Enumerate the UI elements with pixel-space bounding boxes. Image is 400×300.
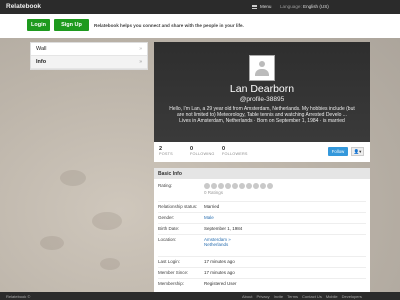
- footer-link-contact[interactable]: Contact Us: [302, 294, 322, 299]
- star-icon[interactable]: [218, 183, 224, 189]
- profile-handle: @profile-38895: [239, 96, 285, 103]
- ratings-count: 0 Ratings: [204, 190, 224, 195]
- top-bar: Relatebook Menu Language: English (US): [0, 0, 400, 14]
- star-icon[interactable]: [232, 183, 238, 189]
- footer-link-about[interactable]: About: [242, 294, 252, 299]
- star-icon[interactable]: [267, 183, 273, 189]
- sidebar-item-wall[interactable]: Wall »: [31, 43, 147, 56]
- sand-mark: [60, 170, 86, 186]
- sand-mark: [40, 236, 64, 250]
- relationship-label: Relationship status:: [158, 204, 198, 209]
- chevron-right-icon: »: [139, 59, 142, 65]
- follow-button[interactable]: Follow: [328, 147, 348, 156]
- last-login-value: 17 minutes ago: [204, 259, 235, 264]
- brand-logo[interactable]: Relatebook: [6, 3, 41, 10]
- last-login-label: Last Login:: [158, 259, 181, 264]
- bio-text: Hello, I'm Lan, a 29 year old from Amste…: [169, 106, 355, 118]
- footer: Relatebook © About Privacy Invite Terms …: [0, 292, 400, 300]
- language-label: Language:: [280, 4, 302, 9]
- birth-value: September 1, 1984: [204, 226, 243, 231]
- member-since-value: 17 minutes ago: [204, 270, 235, 275]
- membership-row: Membership: Registered User: [158, 278, 366, 290]
- sidebar: Wall » Info »: [30, 42, 148, 70]
- profile-stats: 2 POSTS 0 FOLLOWING 0 FOLLOWERS Follow 👤…: [154, 142, 370, 162]
- user-options-button[interactable]: 👤▾: [351, 147, 364, 156]
- member-since-label: Member Since:: [158, 270, 189, 275]
- sand-mark: [100, 258, 120, 270]
- rating-stars[interactable]: [204, 183, 273, 189]
- star-icon[interactable]: [246, 183, 252, 189]
- footer-link-privacy[interactable]: Privacy: [256, 294, 269, 299]
- signup-button[interactable]: Sign Up: [54, 19, 89, 31]
- posts-label: POSTS: [159, 152, 173, 156]
- user-dropdown-icon: 👤▾: [353, 148, 362, 154]
- sand-mark: [92, 212, 122, 230]
- footer-links: About Privacy Invite Terms Contact Us Mo…: [242, 294, 362, 299]
- star-icon[interactable]: [239, 183, 245, 189]
- avatar[interactable]: [249, 55, 275, 81]
- birth-label: Birth Date:: [158, 226, 180, 231]
- sidebar-item-info[interactable]: Info »: [31, 56, 147, 69]
- basic-info-panel: Basic Info Rating: 0 Ratings Relationshi…: [154, 168, 370, 292]
- basic-info-title: Basic Info: [154, 168, 370, 179]
- stat-followers[interactable]: 0 FOLLOWERS: [222, 146, 248, 156]
- avatar-head-icon: [259, 61, 265, 67]
- star-icon[interactable]: [225, 183, 231, 189]
- gender-label: Gender:: [158, 215, 175, 220]
- profile-name: Lan Dearborn: [229, 83, 295, 95]
- followers-label: FOLLOWERS: [222, 152, 248, 156]
- rating-widget[interactable]: 0 Ratings: [204, 183, 273, 195]
- star-icon[interactable]: [204, 183, 210, 189]
- stat-following[interactable]: 0 FOLLOWING: [190, 146, 215, 156]
- sidebar-item-label: Info: [36, 59, 47, 65]
- tagline: Relatebook helps you connect and share w…: [94, 23, 244, 28]
- footer-link-mobile[interactable]: Mobile: [326, 294, 338, 299]
- footer-link-invite[interactable]: Invite: [274, 294, 284, 299]
- footer-link-terms[interactable]: Terms: [287, 294, 298, 299]
- location-value: Amsterdam » Netherlands: [204, 237, 231, 247]
- profile-bio: Hello, I'm Lan, a 29 year old from Amste…: [166, 106, 358, 124]
- bio-summary: Lives in Amsterdam, Netherlands · Born o…: [179, 118, 345, 124]
- avatar-body-icon: [255, 69, 269, 76]
- relationship-value: Married: [204, 204, 220, 209]
- profile-card: Lan Dearborn @profile-38895 Hello, I'm L…: [154, 42, 370, 162]
- footer-copyright: Relatebook ©: [6, 293, 31, 299]
- following-label: FOLLOWING: [190, 152, 215, 156]
- star-icon[interactable]: [211, 183, 217, 189]
- stat-posts[interactable]: 2 POSTS: [159, 146, 173, 156]
- language-value: English (US): [303, 4, 329, 9]
- star-icon[interactable]: [253, 183, 259, 189]
- chevron-right-icon: »: [139, 46, 142, 52]
- gender-link[interactable]: Male: [204, 215, 214, 220]
- sidebar-item-label: Wall: [36, 46, 47, 52]
- membership-value: Registered User: [204, 281, 237, 286]
- membership-label: Membership:: [158, 281, 185, 286]
- menu-label: Menu: [260, 4, 272, 9]
- location-label: Location:: [158, 237, 177, 242]
- auth-bar: Login Sign Up Relatebook helps you conne…: [0, 14, 400, 38]
- footer-link-developers[interactable]: Developers: [342, 294, 362, 299]
- login-button[interactable]: Login: [27, 19, 50, 31]
- rating-row: Rating: 0 Ratings: [158, 181, 366, 198]
- language-selector[interactable]: Language: English (US): [280, 4, 329, 9]
- hamburger-icon: [252, 4, 257, 9]
- profile-header: Lan Dearborn @profile-38895 Hello, I'm L…: [154, 42, 370, 142]
- star-icon[interactable]: [260, 183, 266, 189]
- rating-label: Rating:: [158, 183, 173, 188]
- menu-button[interactable]: Menu: [252, 4, 272, 9]
- location-row: Location: Amsterdam » Netherlands: [158, 234, 366, 253]
- location-country-link[interactable]: Netherlands: [204, 242, 231, 247]
